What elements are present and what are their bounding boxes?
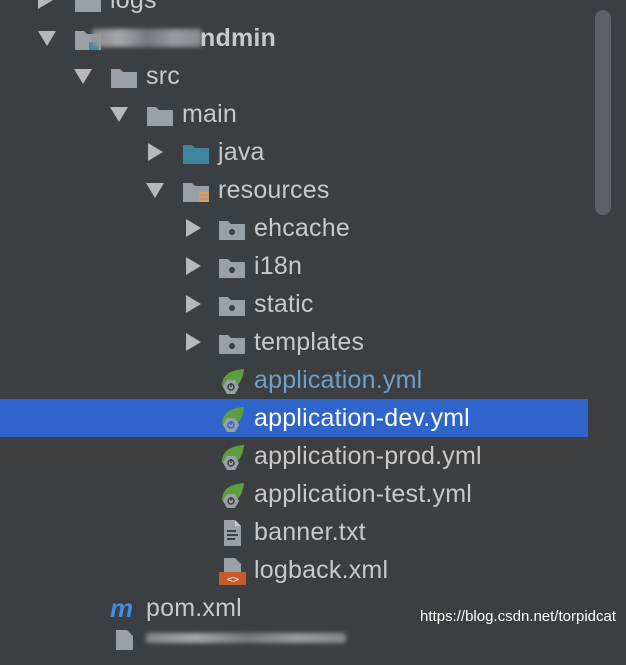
- file-icon: [116, 630, 133, 650]
- tree-item-label: application-dev.yml: [254, 404, 470, 432]
- blurred-project-name: [92, 29, 202, 47]
- spring-config-icon: [222, 445, 244, 470]
- package-folder-icon: [219, 297, 245, 316]
- tree-item-templates[interactable]: templates: [0, 323, 588, 361]
- tree-item-ehcache[interactable]: ehcache: [0, 209, 588, 247]
- package-folder-icon: [219, 221, 245, 240]
- tree-item-label: java: [218, 138, 265, 166]
- folder-icon: [111, 69, 137, 88]
- tree-item-static[interactable]: static: [0, 285, 588, 323]
- expand-arrow-icon[interactable]: [38, 0, 53, 9]
- tree-item-label: banner.txt: [254, 518, 366, 546]
- tree-item-label: pom.xml: [146, 594, 242, 622]
- tree-item-project-root[interactable]: ndmin: [0, 19, 588, 57]
- tree-item-banner-txt[interactable]: banner.txt: [0, 513, 588, 551]
- watermark: https://blog.csdn.net/torpidcat: [420, 608, 616, 625]
- tree-item-label: static: [254, 290, 314, 318]
- tree-item-resources[interactable]: resources: [0, 171, 588, 209]
- tree-item-label: application-test.yml: [254, 480, 472, 508]
- tree-item-label: ndmin: [200, 24, 276, 52]
- tree-item-java[interactable]: java: [0, 133, 588, 171]
- tree-item-application-yml[interactable]: application.yml: [0, 361, 588, 399]
- project-tree: logs ndmin src main java resources ehcac…: [0, 0, 588, 650]
- tree-item-label: main: [182, 100, 237, 128]
- tree-item-src[interactable]: src: [0, 57, 588, 95]
- tree-item-label: templates: [254, 328, 365, 356]
- expand-arrow-icon[interactable]: [186, 333, 201, 351]
- folder-icon: [75, 0, 101, 12]
- tree-item-application-test-yml[interactable]: application-test.yml: [0, 475, 588, 513]
- tree-item-partial[interactable]: [0, 627, 588, 665]
- spring-config-icon: [222, 369, 244, 394]
- tree-item-application-dev-yml[interactable]: application-dev.yml: [0, 399, 588, 437]
- tree-item-label: resources: [218, 176, 330, 204]
- folder-icon: [147, 107, 173, 126]
- tree-item-logs[interactable]: logs: [0, 0, 588, 19]
- expand-arrow-icon[interactable]: [186, 219, 201, 237]
- text-file-icon: [224, 520, 241, 546]
- xml-file-icon: <>: [219, 558, 246, 586]
- tree-item-label: i18n: [254, 252, 303, 280]
- expand-arrow-icon[interactable]: [186, 257, 201, 275]
- blurred-file-name: [146, 633, 346, 643]
- maven-icon: m: [110, 593, 134, 623]
- tree-item-label: application.yml: [254, 366, 423, 394]
- tree-item-label: src: [146, 62, 180, 90]
- collapse-arrow-icon[interactable]: [38, 31, 56, 46]
- expand-arrow-icon[interactable]: [186, 295, 201, 313]
- tree-item-label: ehcache: [254, 214, 350, 242]
- package-folder-icon: [219, 335, 245, 354]
- spring-config-icon: [222, 483, 244, 508]
- collapse-arrow-icon[interactable]: [146, 183, 164, 198]
- collapse-arrow-icon[interactable]: [110, 107, 128, 122]
- tree-item-label: application-prod.yml: [254, 442, 482, 470]
- tree-item-i18n[interactable]: i18n: [0, 247, 588, 285]
- tree-item-label: logback.xml: [254, 556, 389, 584]
- tree-item-main[interactable]: main: [0, 95, 588, 133]
- source-folder-icon: [183, 145, 209, 164]
- spring-config-icon: [222, 407, 244, 432]
- tree-item-label: logs: [110, 0, 157, 14]
- scrollbar-thumb[interactable]: [595, 10, 611, 215]
- package-folder-icon: [219, 259, 245, 278]
- resources-folder-icon: [183, 183, 209, 202]
- collapse-arrow-icon[interactable]: [74, 69, 92, 84]
- expand-arrow-icon[interactable]: [148, 143, 163, 161]
- svg-text:<>: <>: [227, 575, 239, 586]
- tree-item-application-prod-yml[interactable]: application-prod.yml: [0, 437, 588, 475]
- tree-item-logback-xml[interactable]: <> logback.xml: [0, 551, 588, 589]
